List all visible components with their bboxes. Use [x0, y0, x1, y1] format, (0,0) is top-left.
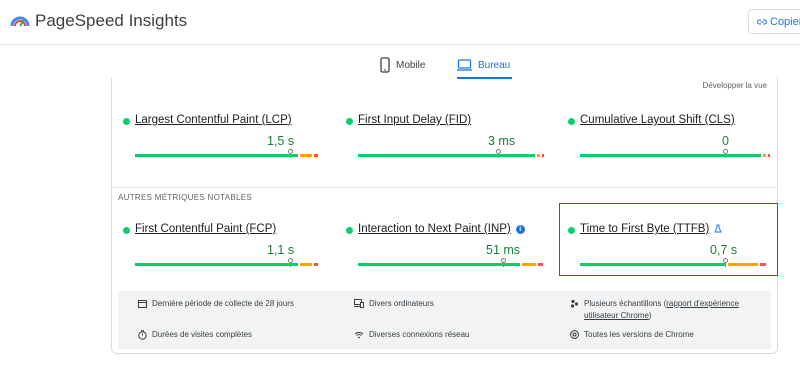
connections-text: Diverses connexions réseau — [369, 330, 470, 339]
metric-fid[interactable]: First Input Delay (FID) 3 ms — [346, 114, 544, 174]
device-tabs: Mobile Bureau — [0, 45, 800, 79]
devices-item: Divers ordinateurs — [354, 298, 434, 310]
tab-desktop[interactable]: Bureau — [457, 53, 513, 79]
desktop-icon — [457, 59, 472, 71]
metric-value: 1,5 s — [267, 134, 295, 148]
distribution-bar — [358, 263, 551, 266]
visit-durations-text: Durées de visites complètes — [152, 330, 253, 339]
collection-period-text: Dernière période de collecte de 28 jours — [152, 299, 294, 308]
calendar-icon — [138, 300, 147, 308]
collection-period-item: Dernière période de collecte de 28 jours — [138, 298, 294, 310]
data-source-footer: Dernière période de collecte de 28 jours… — [118, 291, 771, 349]
tab-mobile[interactable]: Mobile — [380, 53, 425, 77]
status-dot — [123, 227, 130, 234]
samples-item: Plusieurs échantillons (rapport d'expéri… — [570, 298, 770, 322]
copy-link-button[interactable]: Copier le lien — [748, 9, 800, 34]
tab-mobile-label: Mobile — [396, 59, 426, 71]
metric-name[interactable]: First Input Delay (FID) — [358, 114, 471, 126]
app-header: PageSpeed Insights Copier le lien — [0, 0, 800, 45]
distribution-bar — [135, 154, 328, 157]
status-dot — [123, 118, 130, 125]
devices-text: Divers ordinateurs — [369, 299, 434, 308]
samples-suffix: ) — [648, 311, 652, 320]
metric-value: 3 ms — [488, 134, 516, 148]
wifi-icon — [354, 332, 364, 339]
connections-item: Diverses connexions réseau — [354, 329, 470, 341]
app-title: PageSpeed Insights — [35, 11, 188, 30]
mobile-icon — [380, 57, 390, 73]
status-dot — [346, 118, 353, 125]
metric-fcp[interactable]: First Contentful Paint (FCP) 1,1 s — [123, 223, 318, 283]
distribution-bar — [580, 154, 773, 157]
metric-name[interactable]: Largest Contentful Paint (LCP) — [135, 114, 292, 126]
expand-view-link[interactable]: Développer la vue — [703, 81, 767, 90]
chrome-versions-item: Toutes les versions de Chrome — [570, 329, 694, 341]
copy-link-label: Copier le lien — [770, 16, 800, 28]
metric-inp[interactable]: Interaction to Next Paint (INP) i 51 ms — [346, 223, 543, 283]
metric-name[interactable]: Cumulative Layout Shift (CLS) — [580, 114, 735, 126]
samples-prefix: Plusieurs échantillons ( — [584, 299, 667, 308]
status-dot — [346, 227, 353, 234]
devices-icon — [354, 299, 364, 308]
metric-name[interactable]: Interaction to Next Paint (INP) i — [358, 223, 525, 235]
chrome-icon — [570, 330, 579, 339]
metric-value: 1,1 s — [267, 243, 295, 257]
samples-icon — [570, 299, 579, 308]
metric-value: 51 ms — [486, 243, 521, 257]
metric-name[interactable]: First Contentful Paint (FCP) — [135, 223, 276, 235]
metric-value: 0 — [722, 134, 729, 148]
info-icon[interactable]: i — [515, 225, 525, 234]
section-divider — [112, 187, 777, 188]
pagespeed-logo-icon — [10, 16, 30, 27]
status-dot — [568, 118, 575, 125]
ttfb-highlight-box — [559, 203, 778, 276]
metric-cls[interactable]: Cumulative Layout Shift (CLS) 0 — [568, 114, 770, 174]
metric-name-text: Interaction to Next Paint (INP) — [358, 223, 511, 235]
metric-lcp[interactable]: Largest Contentful Paint (LCP) 1,5 s — [123, 114, 318, 174]
distribution-bar — [135, 263, 328, 266]
tab-desktop-label: Bureau — [478, 59, 511, 71]
chrome-versions-text: Toutes les versions de Chrome — [584, 330, 694, 339]
visit-durations-item: Durées de visites complètes — [138, 329, 252, 341]
link-icon — [757, 19, 767, 25]
section-heading: AUTRES MÉTRIQUES NOTABLES — [118, 193, 253, 202]
samples-text: Plusieurs échantillons (rapport d'expéri… — [584, 298, 770, 322]
timer-icon — [138, 330, 147, 340]
distribution-bar — [358, 154, 551, 157]
